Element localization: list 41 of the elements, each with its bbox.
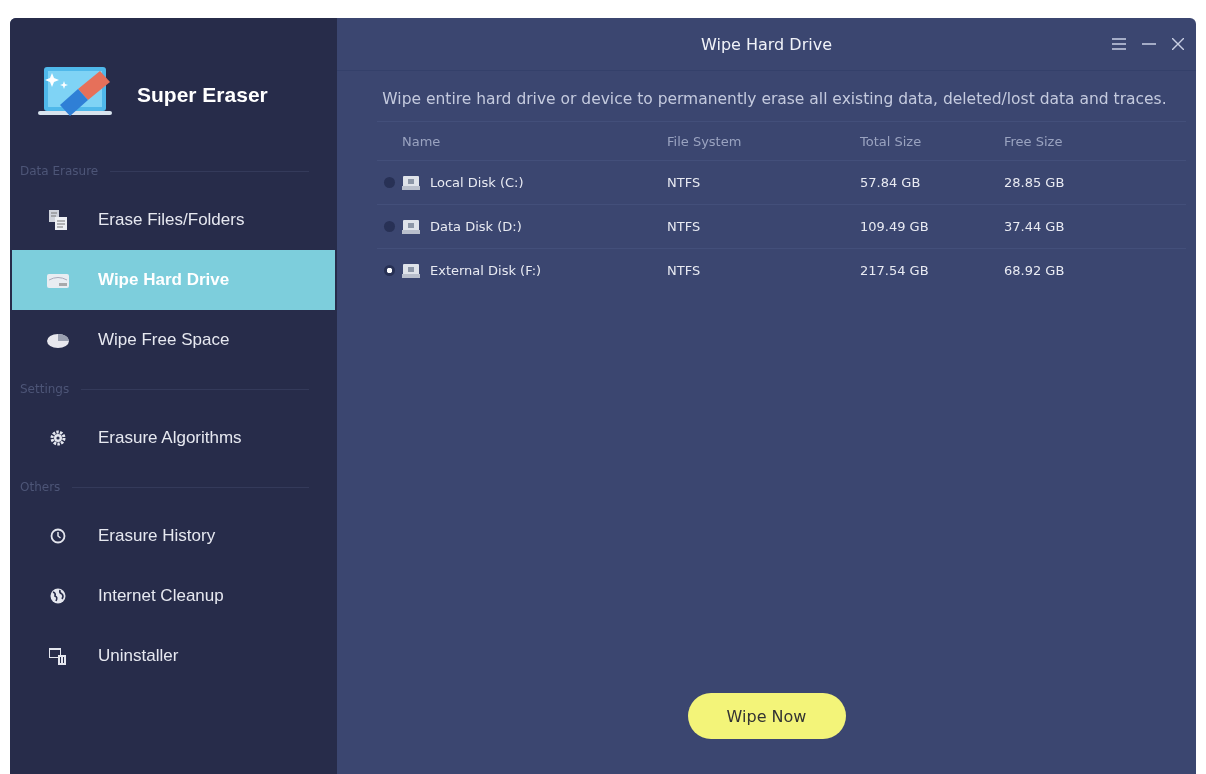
gear-icon	[50, 430, 66, 446]
sidebar-item[interactable]: Internet Cleanup	[12, 566, 335, 626]
close-icon[interactable]	[1172, 38, 1184, 50]
drive-icon	[402, 219, 420, 234]
description-text: Wipe entire hard drive or device to permanently erase all existing data, deleted/lost data and traces.	[381, 89, 1168, 110]
table-cell-text: 28.85 GB	[1004, 175, 1066, 190]
column-header: Name	[402, 133, 442, 149]
sidebar-item[interactable]: Erasure Algorithms	[12, 408, 335, 468]
table-cell: Local Disk (C:)	[430, 175, 524, 190]
hard-drive-icon	[47, 272, 69, 288]
sidebar-item[interactable]: Uninstaller	[12, 626, 335, 686]
drive-icon	[402, 175, 420, 190]
window-title: Wipe Hard Drive	[701, 34, 832, 54]
table-cell-text: 57.84 GB	[860, 175, 922, 190]
table-cell-text: 37.44 GB	[1004, 219, 1066, 234]
column-header: Total Size	[860, 133, 923, 149]
app-name: Super Eraser	[137, 83, 268, 107]
radio-button[interactable]	[384, 265, 395, 276]
column-header: Free Size	[1004, 133, 1064, 149]
table-cell-text: 68.92 GB	[1004, 263, 1066, 278]
clock-icon	[50, 528, 66, 544]
window-trash-icon	[49, 647, 67, 665]
menu-icon[interactable]	[1112, 38, 1126, 50]
table-cell: External Disk (F:)	[430, 263, 542, 278]
drive-icon	[402, 263, 420, 278]
table-cell: Data Disk (D:)	[430, 219, 522, 234]
sidebar-item[interactable]: Erase Files/Folders	[12, 190, 335, 250]
disc-icon	[47, 332, 69, 348]
table-cell-text: 109.49 GB	[860, 219, 930, 234]
table-cell-text: NTFS	[667, 175, 702, 190]
table-cell-text: 217.54 GB	[860, 263, 930, 278]
sidebar-item[interactable]: Erasure History	[12, 506, 335, 566]
radio-button[interactable]	[384, 177, 395, 188]
table-cell-text: NTFS	[667, 263, 702, 278]
radio-button[interactable]	[384, 221, 395, 232]
table-cell-text: NTFS	[667, 219, 702, 234]
sidebar-item[interactable]: Wipe Free Space	[12, 310, 335, 370]
column-header: File System	[667, 133, 743, 149]
globe-icon	[50, 588, 66, 604]
documents-icon	[49, 210, 67, 230]
wipe-now-button[interactable]: Wipe Now	[687, 693, 846, 739]
